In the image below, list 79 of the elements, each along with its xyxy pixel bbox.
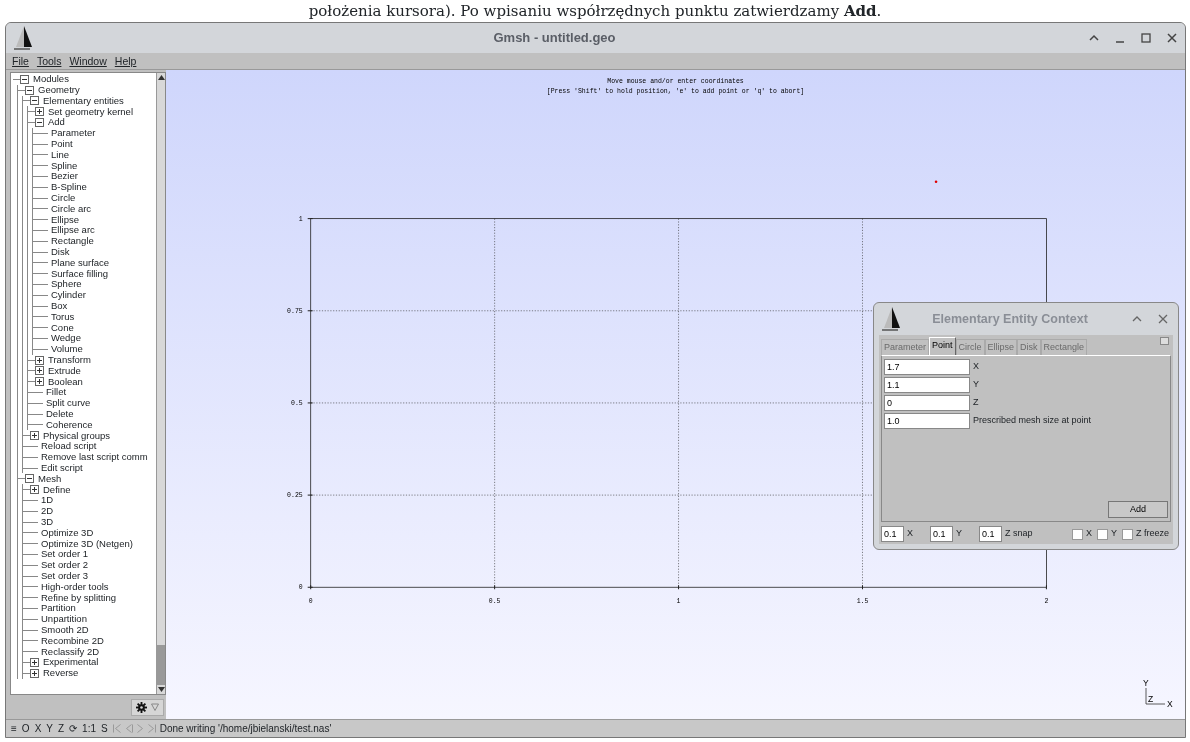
menu-item[interactable]: Tools (36, 53, 62, 69)
checkbox[interactable] (1122, 528, 1133, 540)
expand-icon[interactable] (30, 668, 39, 678)
field-label: Prescribed mesh size at point (973, 414, 1092, 428)
expand-icon[interactable] (35, 355, 44, 365)
dialog-title: Elementary Entity Context (931, 310, 1089, 328)
input-field[interactable]: 1.7 (884, 359, 970, 375)
field-label: Y (973, 378, 979, 392)
expand-icon[interactable] (35, 107, 44, 117)
expand-icon[interactable] (35, 377, 44, 387)
checkbox-label: Y (1110, 527, 1117, 541)
axis-label: X (1167, 699, 1173, 709)
menu-item[interactable]: Help (114, 53, 137, 69)
field-label: X (907, 527, 913, 541)
sail-logo-icon (12, 25, 34, 51)
maximize-icon[interactable] (1139, 31, 1153, 45)
checkbox-label: X (1085, 527, 1092, 541)
collapse-icon[interactable] (35, 118, 44, 128)
input-field[interactable]: 1.1 (884, 377, 970, 393)
dropdown-icon (151, 703, 159, 711)
menu-icon[interactable]: ≡ (10, 721, 18, 736)
rotate-button[interactable]: ⟳ (68, 721, 79, 736)
scroll-down-icon[interactable] (157, 687, 165, 692)
document-caption: położenia kursora). Po wpisaniu współrzędnych punktu zatwierdzamy Add. (307, 1, 883, 22)
overflow-button[interactable] (1160, 337, 1169, 345)
checkbox[interactable] (1096, 528, 1108, 540)
field-label: Y (956, 527, 963, 541)
field-label: X (973, 360, 979, 374)
axis-tick (1045, 584, 1047, 590)
view-button[interactable]: Y (45, 721, 54, 736)
axis-tick (862, 584, 863, 590)
collapse-icon[interactable] (25, 474, 34, 484)
axes-icon (1145, 687, 1166, 705)
axis-tick (307, 310, 314, 312)
settings-button[interactable] (131, 698, 164, 716)
tab[interactable]: Point (929, 337, 956, 355)
menu-item[interactable]: File (12, 53, 29, 69)
field-label: Z snap (1005, 527, 1033, 541)
sail-logo-icon (880, 306, 902, 332)
scroll-thumb[interactable] (157, 645, 165, 685)
scrollbar[interactable] (156, 73, 165, 694)
tree-item[interactable]: Reverse (41, 666, 79, 681)
expand-icon[interactable] (30, 657, 39, 667)
axis-tick (678, 584, 680, 590)
skip-start-icon[interactable] (111, 724, 121, 733)
add-button[interactable]: Add (1108, 501, 1168, 518)
axis-tick (307, 494, 314, 496)
input-field[interactable]: 0.1 (930, 526, 953, 542)
expand-icon[interactable] (30, 431, 39, 441)
view-button[interactable]: 1:1 (81, 721, 97, 736)
axis-label: Z (1148, 694, 1154, 704)
axis-tick (307, 218, 314, 220)
input-field[interactable]: 0.1 (881, 526, 904, 542)
collapse-icon[interactable] (30, 96, 39, 106)
expand-icon[interactable] (30, 485, 39, 495)
collapse-icon[interactable] (25, 85, 34, 95)
view-button[interactable]: S (100, 721, 109, 736)
cursor-point (934, 180, 938, 184)
settings-icon (136, 701, 147, 713)
close-icon[interactable] (1165, 31, 1179, 45)
view-button[interactable]: Z (56, 721, 66, 736)
window-title: Gmsh - untitled.geo (492, 29, 617, 48)
collapse-icon[interactable] (20, 74, 29, 84)
axis-tick (307, 402, 314, 404)
field-label: Z (973, 396, 979, 410)
input-field[interactable]: 0 (884, 395, 970, 411)
view-button[interactable]: X (33, 721, 43, 736)
input-field[interactable]: 1.0 (884, 413, 970, 429)
input-field[interactable]: 0.1 (979, 526, 1003, 542)
checkbox-label: Z freeze (1136, 527, 1169, 541)
view-button[interactable]: O (20, 721, 31, 736)
status-message: Done writing '/home/jbielanski/test.nas' (159, 722, 332, 736)
menu-item[interactable]: Window (69, 53, 107, 69)
close-icon[interactable] (1156, 312, 1170, 326)
expand-icon[interactable] (35, 366, 44, 376)
axis-label: Y (1143, 678, 1149, 688)
scroll-up-icon[interactable] (157, 75, 165, 80)
axis-tick (494, 584, 496, 590)
checkbox[interactable] (1071, 528, 1083, 540)
